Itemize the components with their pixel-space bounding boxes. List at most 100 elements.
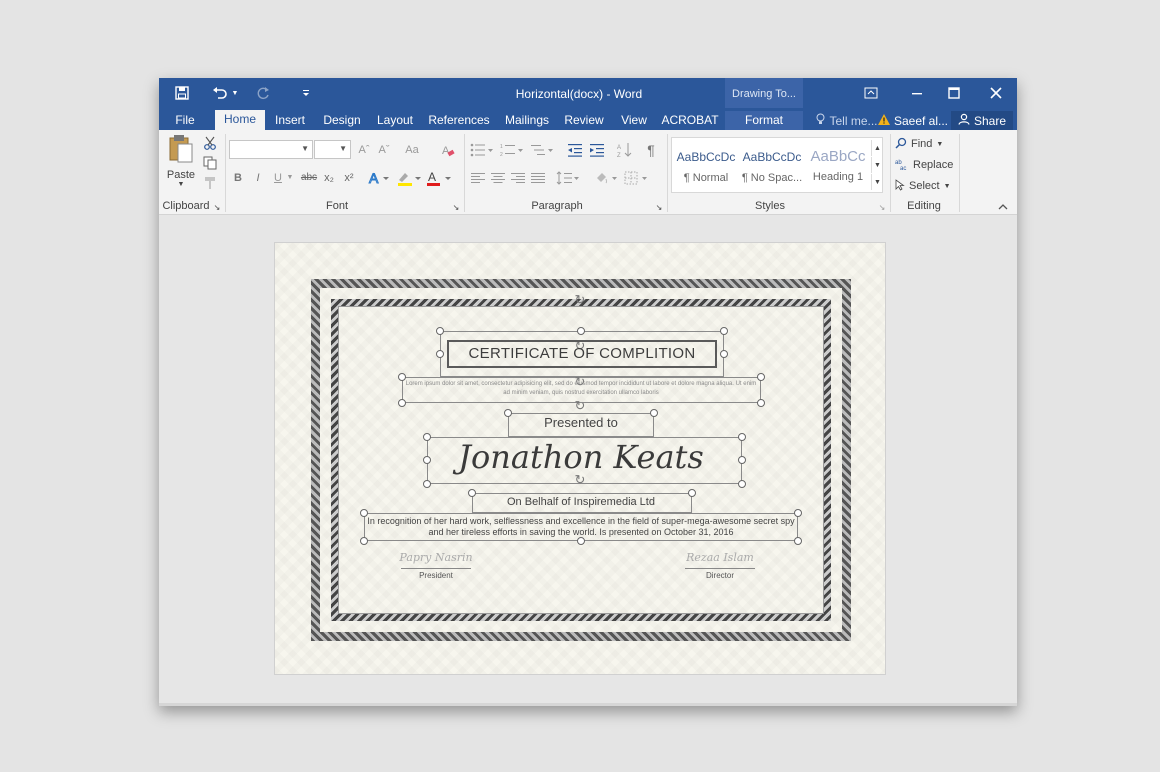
tab-view[interactable]: View bbox=[615, 111, 653, 130]
justify-icon[interactable] bbox=[529, 168, 547, 187]
user-account[interactable]: Saeef al... bbox=[877, 111, 949, 130]
recognition-text[interactable]: In recognition of her hard work, selfles… bbox=[365, 516, 797, 538]
resize-handle[interactable] bbox=[360, 537, 368, 545]
tab-acrobat[interactable]: ACROBAT bbox=[661, 111, 719, 130]
recipient-name[interactable]: Jonathon Keats bbox=[425, 438, 737, 476]
undo-dropdown-icon[interactable]: ▼ bbox=[229, 83, 241, 103]
collapse-ribbon-icon[interactable] bbox=[997, 200, 1009, 212]
font-launcher-icon[interactable]: ↘ bbox=[451, 202, 461, 212]
sort-icon[interactable]: AZ bbox=[615, 140, 635, 159]
shrink-font-icon[interactable]: Aˇ bbox=[375, 140, 393, 159]
horizontal-scrollbar[interactable] bbox=[159, 703, 1017, 706]
superscript-button[interactable]: x² bbox=[341, 168, 357, 187]
tab-review[interactable]: Review bbox=[561, 111, 607, 130]
styles-launcher-icon[interactable]: ↘ bbox=[877, 202, 887, 212]
document-page[interactable]: ↻ ↻ ↻ ↻ ↻ CERTIFICATE OF COMPLITION Lore… bbox=[274, 242, 886, 675]
replace-button[interactable]: ab ac Replace bbox=[895, 156, 955, 174]
ribbon-divider bbox=[667, 134, 668, 212]
resize-handle[interactable] bbox=[757, 399, 765, 407]
line-spacing-icon[interactable] bbox=[555, 168, 581, 187]
bullets-icon[interactable] bbox=[469, 140, 495, 159]
close-icon[interactable] bbox=[978, 78, 1014, 108]
undo-icon[interactable] bbox=[209, 83, 231, 103]
resize-handle[interactable] bbox=[398, 399, 406, 407]
styles-scroll-up-icon[interactable]: ▲ bbox=[871, 140, 883, 156]
underline-button[interactable]: U bbox=[271, 168, 285, 187]
tab-format[interactable]: Format bbox=[725, 111, 803, 130]
resize-handle[interactable] bbox=[720, 350, 728, 358]
tell-me-box[interactable]: Tell me... bbox=[811, 111, 883, 130]
decrease-indent-icon[interactable] bbox=[565, 140, 585, 159]
clear-formatting-icon[interactable]: A bbox=[439, 140, 457, 159]
tab-insert[interactable]: Insert bbox=[269, 111, 311, 130]
ribbon-display-icon[interactable] bbox=[853, 78, 889, 108]
save-icon[interactable] bbox=[171, 83, 193, 103]
multilevel-list-icon[interactable] bbox=[529, 140, 555, 159]
style-no-spacing[interactable]: AaBbCcDc ¶ No Spac... bbox=[740, 140, 804, 190]
resize-handle[interactable] bbox=[738, 433, 746, 441]
resize-handle[interactable] bbox=[577, 537, 585, 545]
resize-handle[interactable] bbox=[436, 327, 444, 335]
tab-references[interactable]: References bbox=[425, 111, 493, 130]
subscript-button[interactable]: x₂ bbox=[321, 168, 337, 187]
numbering-icon[interactable]: 12 bbox=[499, 140, 525, 159]
copy-icon[interactable] bbox=[201, 154, 219, 172]
tab-mailings[interactable]: Mailings bbox=[501, 111, 553, 130]
clipboard-launcher-icon[interactable]: ↘ bbox=[212, 202, 222, 212]
show-marks-icon[interactable]: ¶ bbox=[641, 140, 661, 159]
paragraph-launcher-icon[interactable]: ↘ bbox=[654, 202, 664, 212]
rotate-handle-icon[interactable]: ↻ bbox=[573, 292, 587, 307]
document-area[interactable]: ↻ ↻ ↻ ↻ ↻ CERTIFICATE OF COMPLITION Lore… bbox=[159, 215, 1017, 706]
strikethrough-button[interactable]: abc bbox=[299, 168, 319, 187]
customize-qat-icon[interactable] bbox=[295, 83, 317, 103]
style-heading-1[interactable]: AaBbCc Heading 1 bbox=[806, 140, 870, 190]
redo-icon[interactable] bbox=[252, 83, 274, 103]
presented-to-text[interactable]: Presented to bbox=[507, 415, 655, 430]
resize-handle[interactable] bbox=[423, 480, 431, 488]
on-behalf-text[interactable]: On Belhalf of Inspiremedia Ltd bbox=[471, 496, 691, 508]
style-normal[interactable]: AaBbCcDc ¶ Normal bbox=[674, 140, 738, 190]
change-case-button[interactable]: Aa bbox=[399, 140, 425, 159]
chevron-down-icon[interactable]: ▼ bbox=[285, 168, 295, 187]
resize-handle[interactable] bbox=[738, 456, 746, 464]
certificate-title[interactable]: CERTIFICATE OF COMPLITION bbox=[447, 345, 717, 362]
rotate-handle-icon[interactable]: ↻ bbox=[573, 398, 587, 413]
align-left-icon[interactable] bbox=[469, 168, 487, 187]
maximize-icon[interactable] bbox=[936, 78, 972, 108]
resize-handle[interactable] bbox=[577, 327, 585, 335]
bold-button[interactable]: B bbox=[231, 168, 245, 187]
select-button[interactable]: Select ▼ bbox=[895, 177, 955, 195]
style-sample: AaBbCcDc bbox=[742, 150, 802, 164]
styles-scroll-down-icon[interactable]: ▼ bbox=[871, 157, 883, 173]
styles-more-icon[interactable]: ▼ bbox=[871, 174, 883, 190]
grow-font-icon[interactable]: Aˆ bbox=[355, 140, 373, 159]
shading-icon[interactable] bbox=[593, 168, 619, 187]
find-button[interactable]: Find ▼ bbox=[895, 135, 953, 153]
cut-icon[interactable] bbox=[201, 134, 219, 152]
highlight-color-icon[interactable] bbox=[395, 168, 423, 187]
increase-indent-icon[interactable] bbox=[587, 140, 607, 159]
resize-handle[interactable] bbox=[436, 350, 444, 358]
share-button[interactable]: Share bbox=[951, 111, 1013, 130]
tab-file[interactable]: File bbox=[167, 111, 203, 130]
resize-handle[interactable] bbox=[757, 373, 765, 381]
tab-home[interactable]: Home bbox=[215, 110, 265, 130]
text-effects-icon[interactable]: A bbox=[367, 168, 391, 187]
italic-button[interactable]: I bbox=[251, 168, 265, 187]
resize-handle[interactable] bbox=[794, 537, 802, 545]
font-name-combo[interactable]: ▼ bbox=[229, 140, 313, 159]
resize-handle[interactable] bbox=[738, 480, 746, 488]
tab-layout[interactable]: Layout bbox=[373, 111, 417, 130]
svg-text:A: A bbox=[428, 170, 436, 184]
tab-design[interactable]: Design bbox=[319, 111, 365, 130]
font-size-combo[interactable]: ▼ bbox=[314, 140, 351, 159]
minimize-icon[interactable] bbox=[899, 78, 935, 108]
borders-icon[interactable] bbox=[623, 168, 649, 187]
align-center-icon[interactable] bbox=[489, 168, 507, 187]
format-painter-icon[interactable] bbox=[201, 174, 219, 192]
certificate-lorem-text[interactable]: Lorem ipsum dolor sit amet, consectetur … bbox=[405, 380, 757, 398]
paste-button[interactable]: Paste ▼ bbox=[165, 134, 197, 196]
align-right-icon[interactable] bbox=[509, 168, 527, 187]
font-color-icon[interactable]: A bbox=[425, 168, 453, 187]
resize-handle[interactable] bbox=[720, 327, 728, 335]
